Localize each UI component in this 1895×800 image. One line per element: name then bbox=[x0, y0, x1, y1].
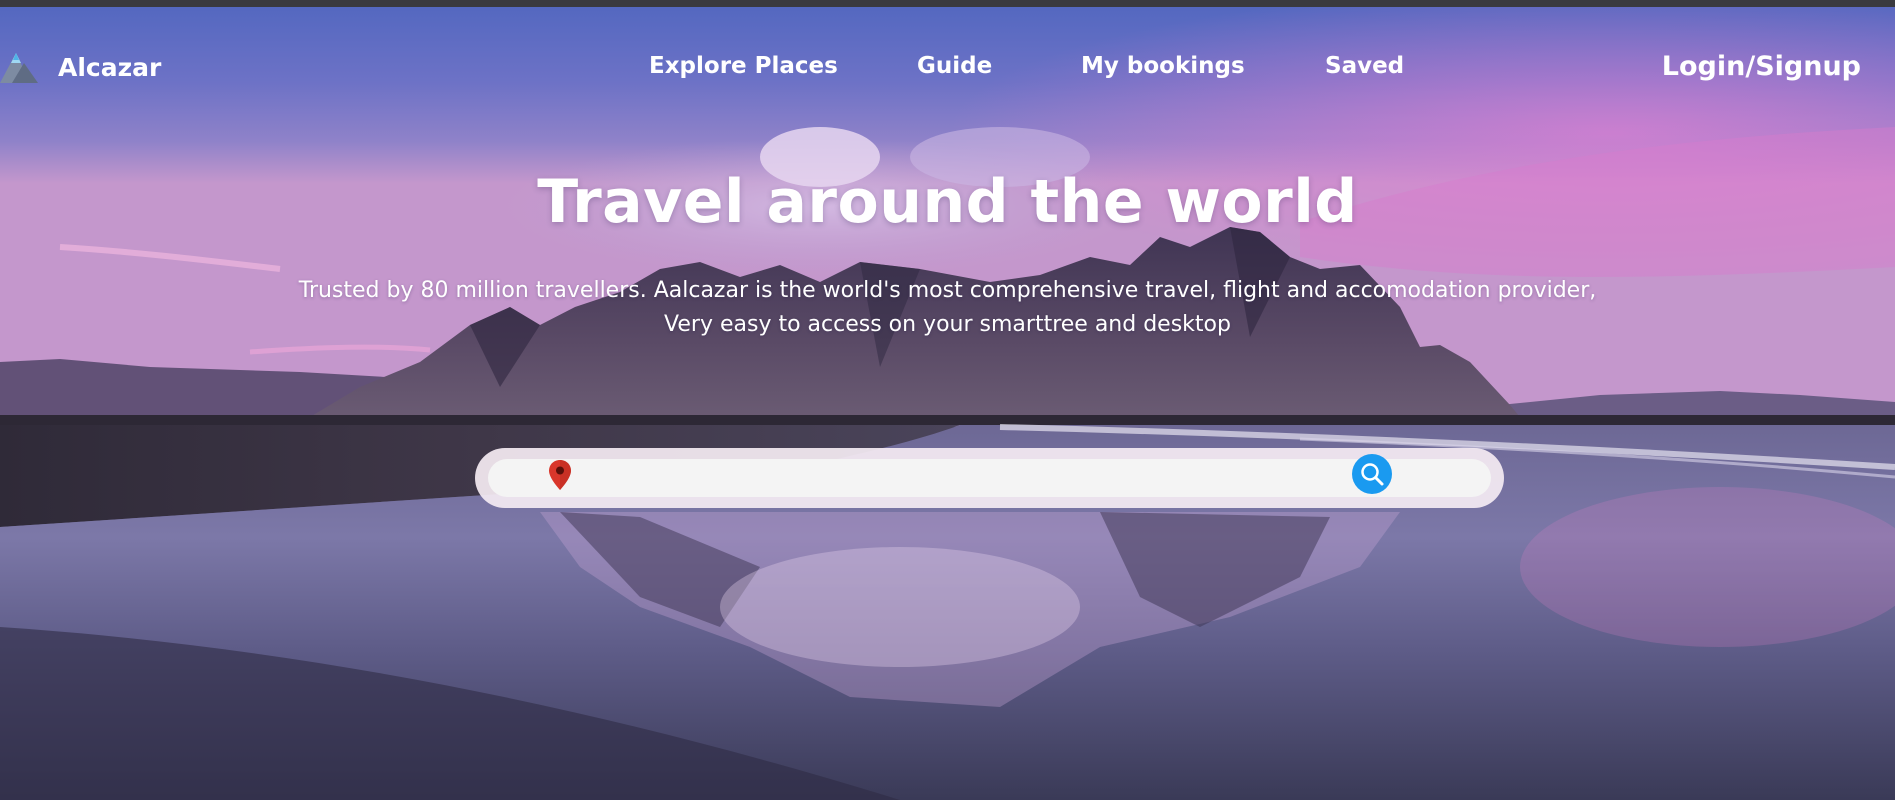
brand[interactable]: Alcazar bbox=[0, 51, 161, 83]
search-bar bbox=[475, 448, 1504, 508]
hero-subtitle: Trusted by 80 million travellers. Aalcaz… bbox=[0, 274, 1895, 342]
login-signup-link[interactable]: Login/Signup bbox=[1662, 51, 1861, 82]
search-input[interactable] bbox=[588, 463, 1288, 493]
hero-section: Alcazar Explore Places Guide My bookings… bbox=[0, 7, 1895, 800]
mountain-logo-icon bbox=[0, 53, 38, 83]
nav-link-explore-places[interactable]: Explore Places bbox=[649, 53, 838, 79]
hero-subtitle-line2: Very easy to access on your smarttree an… bbox=[664, 312, 1231, 337]
search-icon bbox=[1361, 463, 1384, 486]
search-field-wrapper bbox=[488, 454, 1491, 497]
nav-link-my-bookings[interactable]: My bookings bbox=[1081, 53, 1245, 79]
hero-title: Travel around the world bbox=[537, 167, 1358, 237]
nav-link-saved[interactable]: Saved bbox=[1325, 53, 1404, 79]
hero-subtitle-line1: Trusted by 80 million travellers. Aalcaz… bbox=[298, 278, 1597, 303]
map-pin-icon bbox=[549, 460, 571, 490]
search-button[interactable] bbox=[1352, 454, 1392, 494]
window-top-strip bbox=[0, 0, 1895, 7]
top-navigation: Alcazar Explore Places Guide My bookings… bbox=[0, 7, 1895, 127]
brand-name: Alcazar bbox=[58, 52, 162, 82]
nav-link-guide[interactable]: Guide bbox=[917, 53, 992, 79]
